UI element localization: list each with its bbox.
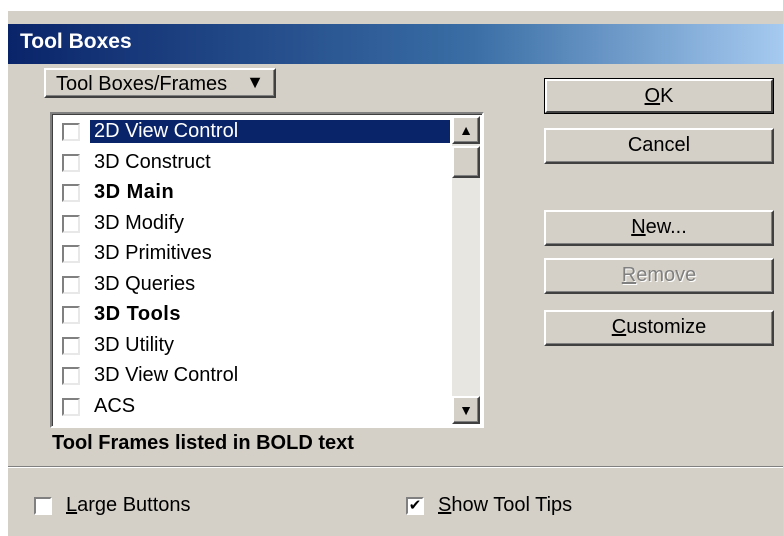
list-item[interactable]: 2D View Control (56, 118, 450, 149)
list-item-label: 3D Utility (94, 333, 175, 356)
list-item[interactable]: 3D Construct (56, 149, 450, 180)
show-tool-tips-mnemonic: S (438, 494, 452, 516)
list-item-label: 3D Tools (94, 303, 181, 325)
list-item-checkbox[interactable] (62, 214, 80, 233)
tool-boxes-dialog: Tool Boxes Tool Boxes/Frames ▼ 2D View C… (8, 10, 783, 536)
large-buttons-box[interactable] (34, 497, 52, 515)
bold-legend-note: Tool Frames listed in BOLD text (52, 432, 354, 454)
new-button[interactable]: New... (544, 210, 774, 246)
chevron-down-icon: ▼ (246, 72, 264, 92)
scroll-down-icon[interactable]: ▼ (452, 396, 480, 424)
list-item-checkbox[interactable] (62, 184, 80, 202)
list-item[interactable]: 3D Tools (56, 301, 450, 332)
list-item-label: ACS (94, 394, 136, 417)
cancel-button[interactable]: Cancel (544, 128, 774, 164)
list-item-label: 2D View Control (90, 120, 450, 143)
remove-button: Remove (544, 258, 774, 294)
list-item[interactable]: ACS (56, 393, 450, 424)
separator-line (8, 466, 783, 468)
customize-label-rest: ustomize (626, 316, 707, 338)
show-tool-tips-label: Show Tool Tips (438, 494, 572, 517)
large-buttons-mnemonic: L (66, 494, 78, 516)
new-label-rest: ew... (645, 216, 687, 238)
remove-mnemonic: R (621, 264, 637, 286)
list-item[interactable]: 3D View Control (56, 362, 450, 393)
scrollbar-thumb[interactable] (452, 146, 480, 178)
list-item-checkbox[interactable] (62, 123, 80, 141)
ok-mnemonic: O (644, 85, 661, 107)
toolbox-type-dropdown[interactable]: Tool Boxes/Frames ▼ (44, 68, 276, 98)
list-item[interactable]: 3D Queries (56, 271, 450, 302)
list-item-label: 3D Construct (94, 150, 211, 173)
list-item[interactable]: 3D Modify (56, 210, 450, 241)
list-item-checkbox[interactable] (62, 275, 80, 294)
list-item-checkbox[interactable] (62, 245, 80, 263)
list-item[interactable]: 3D Main (56, 179, 450, 210)
list-item-checkbox[interactable] (62, 336, 80, 355)
list-item-label: 3D Modify (94, 211, 185, 234)
list-item[interactable]: 3D Primitives (56, 240, 450, 271)
ok-button-face: OK (545, 79, 773, 113)
remove-label-rest: emove (636, 264, 697, 286)
list-item[interactable]: 3D Utility (56, 332, 450, 363)
list-item-checkbox[interactable] (62, 367, 80, 385)
checkmark-icon[interactable]: ✔ (406, 497, 424, 515)
window-title: Tool Boxes (20, 30, 132, 53)
large-buttons-label: Large Buttons (66, 494, 191, 517)
show-tool-tips-label-rest: how Tool Tips (451, 494, 573, 516)
list-item-label: 3D Main (94, 181, 175, 203)
new-mnemonic: N (631, 216, 646, 238)
customize-button[interactable]: Customize (544, 310, 774, 346)
list-item-checkbox[interactable] (62, 397, 80, 416)
vertical-scrollbar[interactable]: ▲ ▼ (452, 116, 480, 424)
dialog-top-edge (8, 10, 783, 25)
list-item-label: 3D Primitives (94, 242, 212, 264)
title-bar[interactable]: Tool Boxes (8, 24, 783, 64)
scroll-up-icon[interactable]: ▲ (452, 116, 480, 144)
list-item-label: 3D Queries (94, 272, 196, 295)
dropdown-selected-value: Tool Boxes/Frames (56, 73, 228, 95)
screen: Tool Boxes Tool Boxes/Frames ▼ 2D View C… (0, 0, 783, 536)
list-item-checkbox[interactable] (62, 153, 80, 172)
ok-label-rest: K (660, 85, 674, 107)
customize-mnemonic: C (611, 316, 627, 338)
toolbox-list-items: 2D View Control 3D Construct 3D Main 3D Mod… (56, 118, 450, 423)
large-buttons-label-rest: arge Buttons (77, 494, 191, 516)
ok-button[interactable]: OK (544, 78, 774, 114)
list-item-label: 3D View Control (94, 364, 239, 386)
cancel-label: Cancel (627, 134, 691, 156)
toolbox-list[interactable]: 2D View Control 3D Construct 3D Main 3D Mod… (50, 112, 484, 428)
list-item-checkbox[interactable] (62, 306, 80, 324)
